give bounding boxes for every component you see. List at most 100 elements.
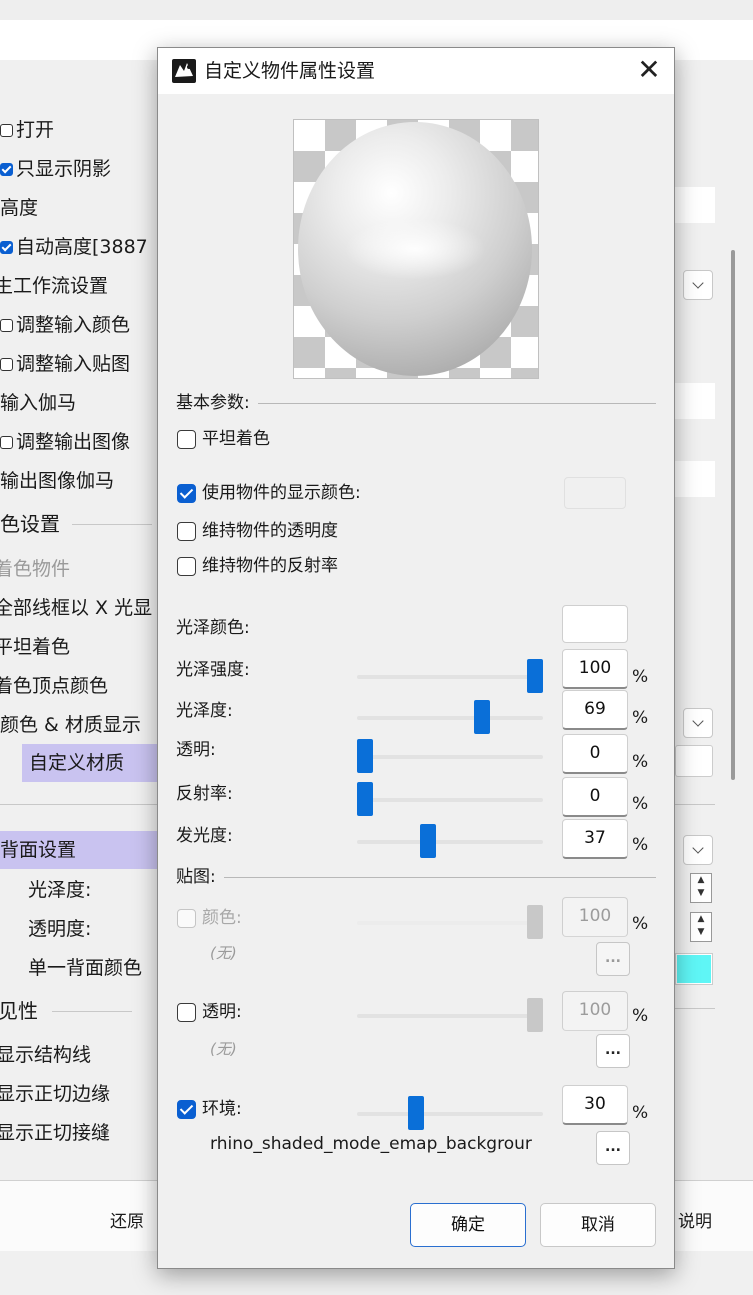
bg-item: 高度 [0,197,39,219]
bg-item[interactable]: 调整输入颜色 [0,314,130,336]
keep-transparency-checkbox[interactable] [177,522,196,541]
bg-item[interactable]: 打开 [0,119,54,141]
percent-label: % [632,752,649,772]
bg-color-swatch-fill [677,955,711,983]
bg-spinner[interactable]: ▲ ▼ [690,873,712,903]
bg-dropdown[interactable] [683,835,713,865]
color-texture-label: 颜色: [202,908,242,928]
percent-label: % [632,914,649,934]
luminosity-slider[interactable] [357,840,543,844]
bg-selected-option[interactable]: 自定义材质 [22,744,157,782]
percent-label: % [632,708,649,728]
bg-divider [0,804,157,805]
bg-item: 输出图像伽马 [0,470,115,492]
color-texture-input[interactable]: 100 [562,897,628,937]
percent-label: % [632,835,649,855]
transparency-texture-label: 透明: [202,1002,242,1022]
environment-texture-browse-button[interactable]: ... [596,1131,630,1165]
dialog-title: 自定义物件属性设置 [204,60,376,82]
bg-item: 显示正切接缝 [0,1122,111,1144]
basic-params-heading: 基本参数: [176,392,656,414]
transparency-slider-thumb[interactable] [357,739,373,773]
gloss-color-label: 光泽颜色: [176,618,250,638]
bg-field[interactable] [675,383,715,419]
transparency-texture-none: (无) [210,1040,237,1058]
percent-label: % [632,794,649,814]
color-texture-none: (无) [210,944,237,962]
color-texture-checkbox[interactable] [177,909,196,928]
checkbox[interactable] [0,435,13,449]
ok-button[interactable]: 确定 [410,1203,526,1247]
bg-divider [675,804,715,805]
color-texture-slider[interactable] [357,921,543,925]
reflectivity-label: 反射率: [176,784,233,804]
bg-item[interactable]: 只显示阴影 [0,158,111,180]
reflectivity-slider[interactable] [357,798,543,802]
bg-item: 光泽度: [28,879,92,901]
bg-item: 透明度: [28,918,92,940]
checkbox[interactable] [0,123,13,137]
transparency-slider[interactable] [357,755,543,759]
close-icon[interactable]: ✕ [632,54,666,88]
flat-shading-checkbox[interactable] [177,430,196,449]
luminosity-input[interactable]: 37 [562,819,628,859]
bg-field[interactable] [675,187,715,223]
gloss-strength-label: 光泽强度: [176,660,250,680]
reflectivity-slider-thumb[interactable] [357,782,373,816]
use-object-color-checkbox[interactable] [177,484,196,503]
cancel-button[interactable]: 取消 [540,1203,656,1247]
color-texture-browse-button[interactable]: ... [596,942,630,976]
help-button[interactable]: 说明 [678,1207,712,1232]
keep-reflectivity-checkbox[interactable] [177,557,196,576]
glossiness-slider[interactable] [357,716,543,720]
bg-item[interactable]: 自动高度[3887 [0,236,148,258]
luminosity-slider-thumb[interactable] [419,824,436,858]
bg-dropdown[interactable] [683,270,713,300]
checkbox[interactable] [0,357,13,371]
bg-item[interactable]: 调整输出图像 [0,431,130,453]
bg-dropdown[interactable] [683,708,713,738]
glossiness-slider-thumb[interactable] [474,700,491,734]
environment-texture-label: 环境: [202,1099,242,1119]
gloss-strength-input[interactable]: 100 [562,649,628,689]
dialog-titlebar[interactable]: 自定义物件属性设置 ✕ [158,48,674,94]
bg-divider [675,1008,715,1009]
environment-texture-slider-thumb[interactable] [408,1096,424,1130]
bg-item: 显示结构线 [0,1044,92,1066]
bg-field[interactable] [675,461,715,497]
checkbox[interactable] [0,318,13,332]
bg-section-backface[interactable]: 背面设置 [0,831,157,869]
transparency-texture-slider[interactable] [357,1014,543,1018]
bg-section-heading: 见性 [0,1000,132,1022]
color-texture-slider-thumb[interactable] [527,905,543,939]
keep-transparency-label: 维持物件的透明度 [202,521,338,541]
environment-texture-slider[interactable] [357,1112,543,1116]
bg-item[interactable]: 调整输入贴图 [0,353,130,375]
bg-item: 输入伽马 [0,392,77,414]
transparency-texture-slider-thumb[interactable] [527,998,543,1032]
glossiness-input[interactable]: 69 [562,690,628,730]
reflectivity-input[interactable]: 0 [562,777,628,817]
bg-field[interactable] [675,745,713,777]
transparency-texture-browse-button[interactable]: ... [596,1034,630,1068]
percent-label: % [632,1006,649,1026]
checkbox[interactable] [0,240,13,254]
glossiness-label: 光泽度: [176,701,233,721]
gloss-color-swatch[interactable] [562,605,628,643]
bg-scrollbar[interactable] [731,250,735,780]
environment-texture-input[interactable]: 30 [562,1085,628,1125]
bg-spinner[interactable]: ▲ ▼ [690,912,712,942]
transparency-input[interactable]: 0 [562,734,628,774]
bg-item: 颜色 & 材质显示 [0,714,141,736]
object-color-swatch [564,477,626,509]
bg-item: 单一背面颜色 [28,957,143,979]
transparency-texture-input[interactable]: 100 [562,991,628,1031]
environment-texture-checkbox[interactable] [177,1100,196,1119]
gloss-strength-slider[interactable] [357,675,543,679]
checkbox[interactable] [0,162,13,176]
percent-label: % [632,667,649,687]
gloss-strength-slider-thumb[interactable] [527,659,543,693]
restore-button[interactable]: 还原 [110,1207,144,1232]
bg-item: 显示正切边缘 [0,1083,111,1105]
transparency-texture-checkbox[interactable] [177,1003,196,1022]
